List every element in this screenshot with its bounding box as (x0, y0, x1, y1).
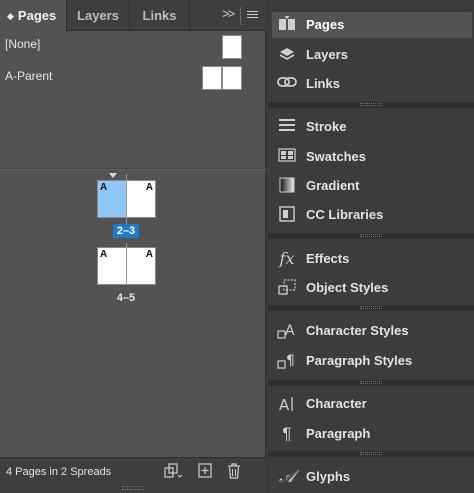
divider-highlight (0, 169, 266, 170)
master-none-thumbnail[interactable] (222, 35, 242, 59)
group-grip[interactable] (360, 103, 382, 106)
spread-label-2-3[interactable]: 2–3 (113, 224, 139, 238)
dock-group-separator[interactable] (268, 451, 474, 457)
panel-resize-grip[interactable] (122, 486, 144, 490)
paragraph-styles-icon: ¶ (277, 352, 297, 370)
page-3-prefix: A (145, 182, 153, 193)
dock-item-cc-libraries-label: CC Libraries (306, 207, 384, 222)
dock-item-glyphs[interactable]: 𝒜 Glyphs (272, 464, 472, 490)
dock-item-paragraph[interactable]: ¶ Paragraph (272, 421, 472, 447)
dock-item-paragraph-label: Paragraph (306, 426, 371, 441)
paragraph-icon: ¶ (282, 424, 292, 443)
page-thumbnail-2[interactable]: A (97, 180, 127, 218)
stroke-icon (277, 118, 297, 136)
dock-item-object-styles-label: Object Styles (306, 280, 389, 295)
dock-group-separator[interactable] (268, 233, 474, 239)
dock-item-pages-label: Pages (306, 17, 345, 32)
character-icon: A (277, 395, 297, 414)
tab-links-label: Links (142, 8, 177, 23)
dock-item-layers-label: Layers (306, 47, 348, 62)
dock-item-character[interactable]: A Character (272, 391, 472, 417)
master-a-right-thumbnail[interactable] (222, 66, 242, 90)
glyphs-icon: 𝒜 (278, 467, 296, 487)
svg-text:A: A (279, 396, 290, 413)
group-grip[interactable] (360, 452, 382, 455)
gradient-icon (277, 177, 297, 195)
spread-4-5[interactable]: A A (97, 243, 157, 287)
page-5-prefix: A (145, 249, 153, 260)
new-page-icon[interactable] (198, 463, 212, 481)
edit-page-size-icon[interactable] (164, 463, 183, 482)
svg-text:A: A (285, 323, 295, 339)
tab-pages[interactable]: ◆ Pages (0, 0, 67, 32)
group-grip[interactable] (360, 306, 382, 309)
object-styles-icon (277, 279, 297, 297)
delete-page-icon[interactable] (227, 463, 241, 482)
tab-layers[interactable]: Layers (67, 0, 130, 31)
dock-item-stroke-label: Stroke (306, 119, 347, 134)
tab-pages-label: Pages (17, 8, 57, 23)
dock-item-paragraph-styles-label: Paragraph Styles (306, 353, 413, 368)
links-icon (277, 75, 297, 93)
spread-spine (126, 243, 127, 285)
svg-text:¶: ¶ (286, 353, 295, 369)
master-a-parent-row[interactable]: A-Parent (0, 62, 266, 92)
tab-links[interactable]: Links (130, 0, 190, 31)
dock-item-links[interactable]: Links (272, 71, 472, 97)
spread-spine (126, 174, 127, 224)
dock-group-separator[interactable] (268, 380, 474, 386)
current-page-marker-icon (109, 173, 117, 178)
master-none-label: [None] (5, 37, 41, 51)
page-2-prefix: A (100, 182, 108, 193)
dock-item-cc-libraries[interactable]: CC Libraries (272, 202, 472, 228)
page-count-status: 4 Pages in 2 Spreads (6, 466, 112, 478)
master-none-row[interactable]: [None] (0, 30, 266, 60)
dock-item-swatches[interactable]: Swatches (272, 144, 472, 170)
dock-item-effects[interactable]: fx Effects (272, 246, 472, 272)
cc-libraries-icon (277, 206, 297, 224)
collapse-diamond-icon[interactable]: ◆ (7, 11, 14, 21)
dock-item-object-styles[interactable]: Object Styles (272, 275, 472, 301)
dock-item-links-label: Links (306, 76, 340, 91)
page-4-prefix: A (100, 249, 108, 260)
dock-item-stroke[interactable]: Stroke (272, 114, 472, 140)
tabbar-divider (240, 7, 241, 25)
pages-panel: ◆ Pages Layers Links >> [None] A-Parent A… (0, 0, 266, 493)
master-a-left-thumbnail[interactable] (202, 66, 222, 90)
character-styles-icon: A (277, 322, 297, 340)
collapse-panel-button[interactable]: >> (222, 6, 235, 21)
dock-item-pages[interactable]: Pages (272, 12, 472, 38)
dock-group-separator[interactable] (268, 305, 474, 311)
dock-item-effects-label: Effects (306, 251, 350, 266)
pages-panel-tabbar: ◆ Pages Layers Links >> (0, 0, 266, 32)
dock-item-character-styles[interactable]: A Character Styles (272, 318, 472, 344)
dock-item-character-label: Character (306, 396, 367, 411)
page-thumbnail-5[interactable]: A (126, 247, 156, 285)
pages-icon (277, 16, 297, 34)
dock-item-layers[interactable]: Layers (272, 42, 472, 68)
dock-item-glyphs-label: Glyphs (306, 469, 351, 484)
page-thumbnail-4[interactable]: A (97, 247, 127, 285)
group-grip[interactable] (360, 234, 382, 237)
dock-item-character-styles-label: Character Styles (306, 323, 409, 338)
layers-icon (277, 46, 297, 64)
master-a-parent-label: A-Parent (5, 69, 53, 83)
dock-item-paragraph-styles[interactable]: ¶ Paragraph Styles (272, 348, 472, 374)
spread-label-4-5[interactable]: 4–5 (111, 291, 141, 305)
panel-dock: Pages Layers Links Stroke Swatches Gradi… (268, 0, 474, 493)
dock-group-separator[interactable] (268, 102, 474, 108)
page-thumbnail-3[interactable]: A (126, 180, 156, 218)
swatches-icon (277, 148, 297, 166)
effects-icon: fx (279, 249, 295, 268)
dock-item-swatches-label: Swatches (306, 149, 366, 164)
dock-item-gradient[interactable]: Gradient (272, 173, 472, 199)
dock-item-gradient-label: Gradient (306, 178, 360, 193)
tab-layers-label: Layers (77, 8, 119, 23)
panel-menu-icon[interactable] (247, 11, 258, 20)
group-grip[interactable] (360, 381, 382, 384)
